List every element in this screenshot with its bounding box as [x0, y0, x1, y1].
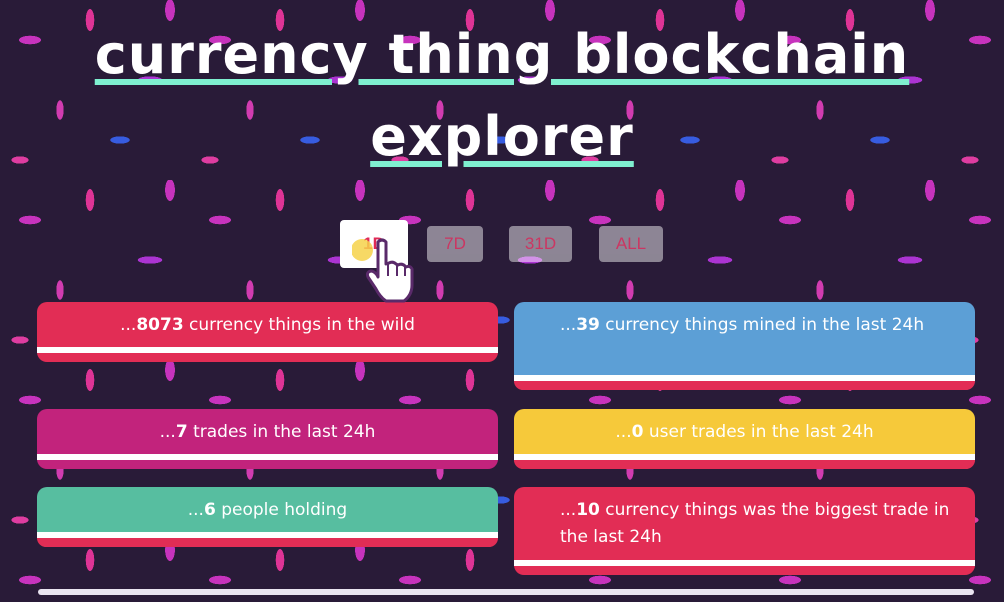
stat-value: 39 [576, 315, 600, 335]
page-title: currency thing blockchain explorer [0, 14, 1004, 178]
title-line-2: explorer [370, 105, 634, 168]
stat-text: ...0 user trades in the last 24h [615, 422, 874, 442]
bottom-divider [38, 589, 974, 595]
stat-value: 0 [631, 422, 644, 442]
card-bottom-band [37, 538, 498, 547]
stat-card-mined: ...39 currency things mined in the last … [514, 302, 975, 390]
stat-text: ...7 trades in the last 24h [159, 422, 376, 442]
tab-all[interactable]: ALL [599, 226, 663, 262]
stat-card-wild: ...8073 currency things in the wild [37, 302, 498, 362]
card-stripe [37, 347, 498, 353]
time-range-tabs: 1D 7D 31D ALL [0, 220, 1004, 268]
stat-text: ...10 currency things was the biggest tr… [560, 500, 950, 547]
tab-31d[interactable]: 31D [509, 226, 572, 262]
card-stripe [514, 560, 975, 566]
tab-1d[interactable]: 1D [340, 220, 408, 268]
stat-card-biggest-trade: ...10 currency things was the biggest tr… [514, 487, 975, 575]
stat-value: 7 [175, 422, 188, 442]
stat-text: ...39 currency things mined in the last … [560, 315, 925, 335]
stat-card-user-trades: ...0 user trades in the last 24h [514, 409, 975, 469]
stat-value: 8073 [136, 315, 184, 335]
stat-card-trades: ...7 trades in the last 24h [37, 409, 498, 469]
card-bottom-band [514, 460, 975, 469]
card-stripe [37, 454, 498, 460]
stat-text: ...8073 currency things in the wild [120, 315, 415, 335]
tab-7d[interactable]: 7D [427, 226, 483, 262]
stat-value: 6 [203, 500, 216, 520]
stat-text: ...6 people holding [187, 500, 348, 520]
card-bottom-band [514, 381, 975, 390]
stat-value: 10 [576, 500, 600, 520]
title-line-1: currency thing blockchain [94, 23, 910, 86]
stat-card-holding: ...6 people holding [37, 487, 498, 547]
